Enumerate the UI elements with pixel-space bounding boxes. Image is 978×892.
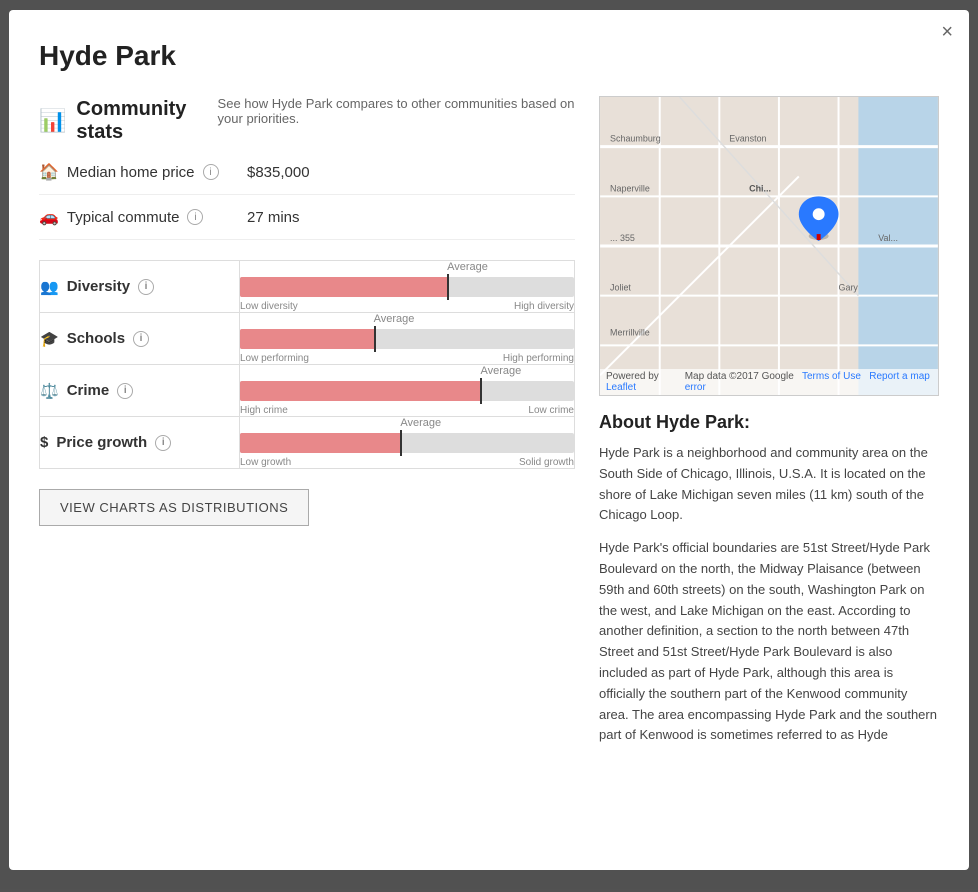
svg-text:Schaumburg: Schaumburg: [610, 134, 661, 144]
svg-text:Gary: Gary: [839, 283, 859, 293]
powered-by-leaflet: Powered by Leaflet: [606, 371, 685, 393]
median-home-row: 🏠 Median home price i $835,000: [39, 150, 575, 195]
axis-labels-diversity: Low diversity High diversity: [240, 301, 574, 312]
bar-chart-icon: 📊: [39, 108, 66, 134]
median-home-label: 🏠 Median home price i: [39, 162, 239, 182]
median-home-value: $835,000: [247, 164, 310, 181]
close-button[interactable]: ×: [941, 22, 953, 42]
svg-text:Joliet: Joliet: [610, 283, 631, 293]
bar-marker-crime: [480, 378, 482, 404]
svg-text:Merrillville: Merrillville: [610, 327, 650, 337]
typical-commute-label: 🚗 Typical commute i: [39, 207, 239, 227]
chart-info-icon-schools[interactable]: i: [133, 331, 149, 347]
chart-icon-diversity: 👥: [40, 278, 59, 296]
commute-info-icon[interactable]: i: [187, 209, 203, 225]
bar-fill-crime: [240, 381, 480, 401]
view-charts-button[interactable]: VIEW CHARTS AS DISTRIBUTIONS: [39, 489, 309, 526]
home-icon: 🏠: [39, 162, 59, 182]
left-label-schools: Low performing: [240, 353, 309, 364]
axis-labels-crime: High crime Low crime: [240, 405, 574, 416]
right-label-diversity: High diversity: [514, 301, 574, 312]
svg-text:Chi...: Chi...: [749, 183, 771, 193]
median-home-info-icon[interactable]: i: [203, 164, 219, 180]
modal: × Hyde Park 📊 Community stats See how Hy…: [9, 10, 969, 870]
page-title: Hyde Park: [39, 40, 939, 72]
about-title: About Hyde Park:: [599, 412, 939, 433]
left-label-diversity: Low diversity: [240, 301, 298, 312]
community-stats-title: Community stats: [76, 98, 207, 144]
right-label-schools: High performing: [503, 353, 574, 364]
chart-icon-crime: ⚖️: [40, 382, 59, 400]
chart-info-icon-price-growth[interactable]: i: [155, 435, 171, 451]
right-label-price-growth: Solid growth: [519, 457, 574, 468]
chart-label-price-growth: $ Price growth i: [40, 434, 239, 451]
about-section: About Hyde Park: Hyde Park is a neighbor…: [599, 412, 939, 746]
bar-fill-price-growth: [240, 433, 400, 453]
map-data-credit: Map data ©2017 Google Terms of Use Repor…: [685, 371, 932, 393]
bar-marker-schools: [374, 326, 376, 352]
chart-info-icon-diversity[interactable]: i: [138, 279, 154, 295]
svg-text:... 355: ... 355: [610, 233, 635, 243]
bar-container-price-growth: [240, 433, 574, 453]
chart-info-icon-crime[interactable]: i: [117, 383, 133, 399]
map-attribution: Powered by Leaflet Map data ©2017 Google…: [600, 369, 938, 395]
chart-table: 👥 Diversity i Average Low diversity High…: [39, 260, 575, 469]
avg-label-diversity: Average: [240, 261, 574, 273]
bar-track-diversity: [240, 277, 574, 297]
chart-icon-price-growth: $: [40, 434, 48, 451]
chart-label-schools: 🎓 Schools i: [40, 330, 239, 348]
bar-track-schools: [240, 329, 574, 349]
left-panel: 📊 Community stats See how Hyde Park comp…: [39, 96, 575, 746]
svg-text:Evanston: Evanston: [729, 134, 766, 144]
about-paragraph-2: Hyde Park's official boundaries are 51st…: [599, 538, 939, 746]
bar-container-schools: [240, 329, 574, 349]
about-paragraph-1: Hyde Park is a neighborhood and communit…: [599, 443, 939, 526]
avg-label-price-growth: Average: [240, 417, 574, 429]
svg-text:Naperville: Naperville: [610, 183, 650, 193]
car-icon: 🚗: [39, 207, 59, 227]
chart-row-diversity: 👥 Diversity i Average Low diversity High…: [40, 261, 575, 313]
axis-labels-schools: Low performing High performing: [240, 353, 574, 364]
bar-track-price-growth: [240, 433, 574, 453]
bar-track-crime: [240, 381, 574, 401]
chart-row-crime: ⚖️ Crime i Average High crime Low crime: [40, 365, 575, 417]
bar-marker-price-growth: [400, 430, 402, 456]
chart-icon-schools: 🎓: [40, 330, 59, 348]
community-stats-subtitle-inline: See how Hyde Park compares to other comm…: [218, 96, 575, 126]
bar-container-diversity: [240, 277, 574, 297]
commute-value: 27 mins: [247, 209, 300, 226]
bar-fill-diversity: [240, 277, 447, 297]
chart-label-diversity: 👥 Diversity i: [40, 278, 239, 296]
chart-label-crime: ⚖️ Crime i: [40, 382, 239, 400]
right-panel: Schaumburg Evanston Naperville Chi... Jo…: [599, 96, 939, 746]
avg-label-schools: Average: [240, 313, 574, 325]
community-stats-header: 📊 Community stats See how Hyde Park comp…: [39, 96, 575, 146]
chart-row-schools: 🎓 Schools i Average Low performing High …: [40, 313, 575, 365]
right-label-crime: Low crime: [528, 405, 574, 416]
left-label-price-growth: Low growth: [240, 457, 291, 468]
typical-commute-row: 🚗 Typical commute i 27 mins: [39, 195, 575, 240]
left-label-crime: High crime: [240, 405, 288, 416]
svg-text:Val...: Val...: [878, 233, 898, 243]
bar-fill-schools: [240, 329, 374, 349]
bar-container-crime: [240, 381, 574, 401]
modal-overlay: × Hyde Park 📊 Community stats See how Hy…: [0, 0, 978, 892]
chart-row-price-growth: $ Price growth i Average Low growth Soli…: [40, 417, 575, 469]
map-container[interactable]: Schaumburg Evanston Naperville Chi... Jo…: [599, 96, 939, 396]
axis-labels-price-growth: Low growth Solid growth: [240, 457, 574, 468]
avg-label-crime: Average: [240, 365, 574, 377]
content-area: 📊 Community stats See how Hyde Park comp…: [39, 96, 939, 746]
bar-marker-diversity: [447, 274, 449, 300]
